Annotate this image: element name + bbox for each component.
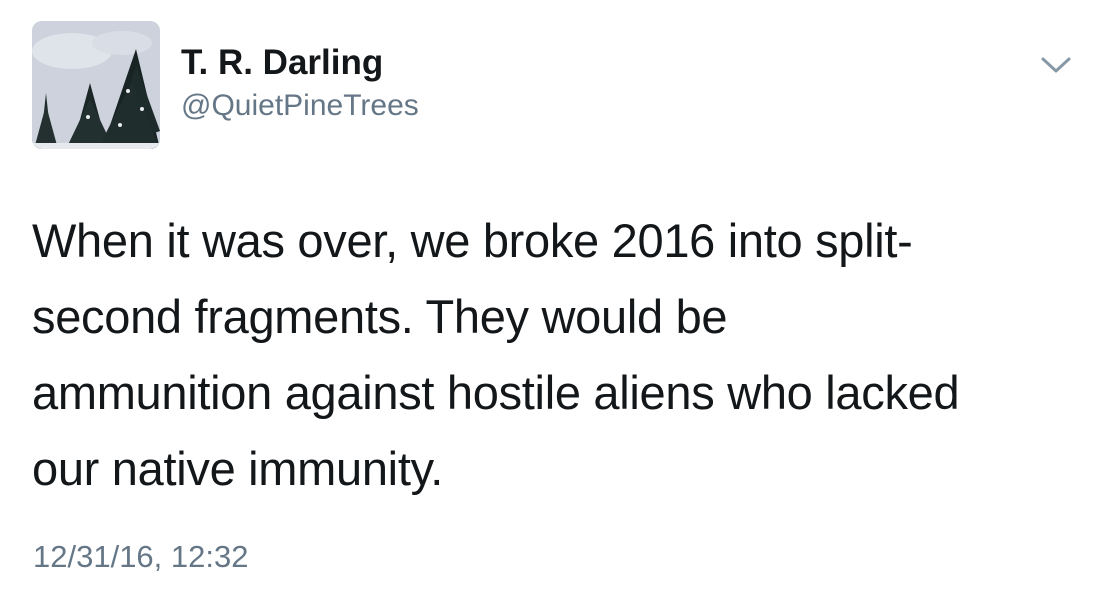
pine-trees-avatar-icon [32, 21, 160, 149]
chevron-down-icon [1041, 57, 1071, 73]
tweet-text-line: second fragments. They would be [32, 290, 728, 343]
author-handle[interactable]: @QuietPineTrees [181, 87, 419, 125]
avatar[interactable] [32, 21, 160, 149]
tweet-text-line: ammunition against hostile aliens who la… [32, 366, 960, 419]
tweet-timestamp[interactable]: 12/31/16, 12:32 [33, 537, 248, 577]
tweet-text-line: our native immunity. [32, 442, 444, 495]
tweet-text-line: When it was over, we broke 2016 into spl… [32, 214, 913, 267]
tweet-text: When it was over, we broke 2016 into spl… [32, 203, 1082, 507]
author-display-name[interactable]: T. R. Darling [181, 42, 383, 84]
tweet-menu-button[interactable] [1036, 50, 1076, 80]
tweet-card: T. R. Darling @QuietPineTrees When it wa… [0, 0, 1100, 607]
